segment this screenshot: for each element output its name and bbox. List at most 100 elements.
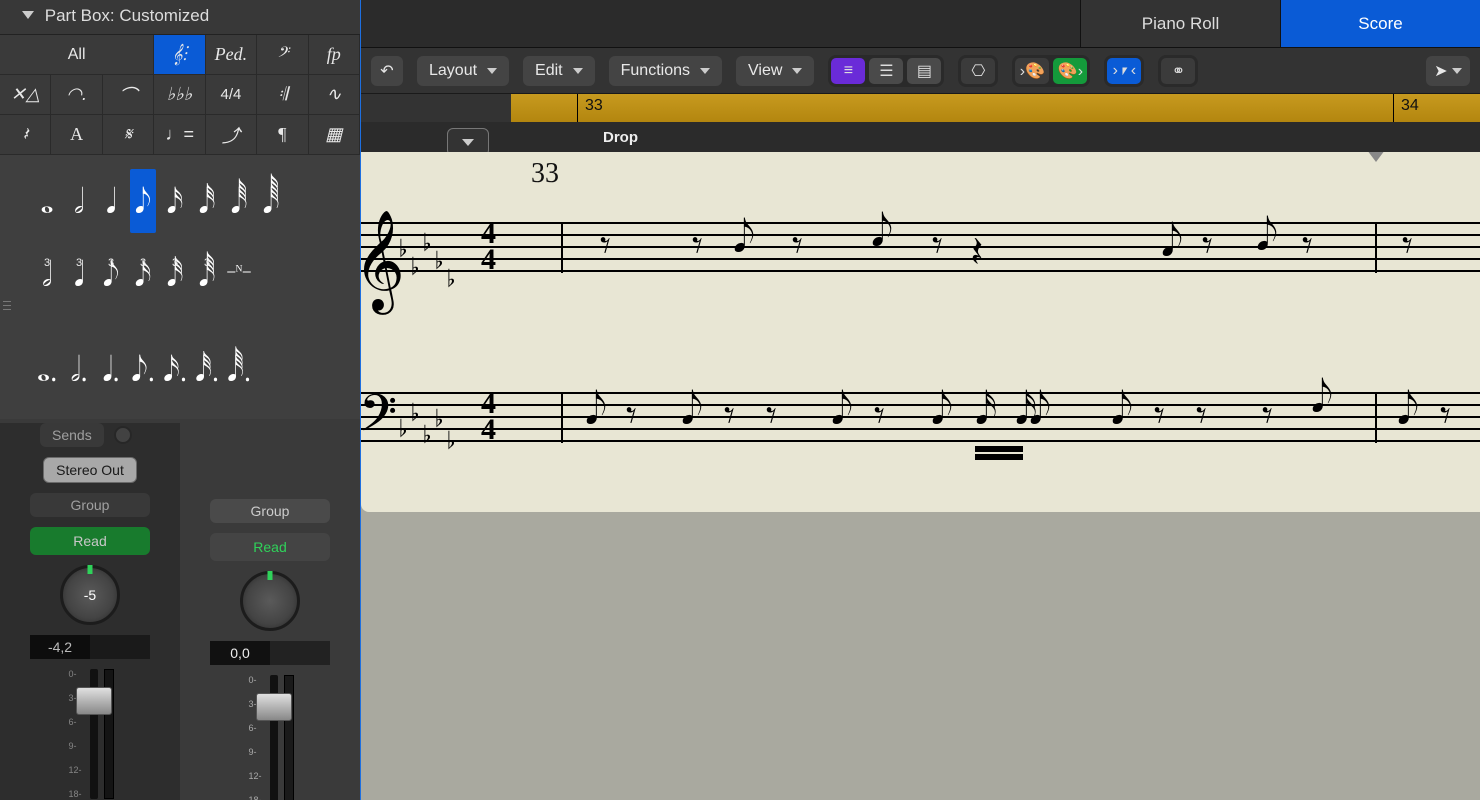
partbox-mode: Customized: [119, 6, 209, 25]
link-button[interactable]: ⚭: [1161, 58, 1195, 84]
dotted-64th[interactable]: 𝅘𝅥𝅱.: [226, 341, 252, 397]
linear-view-button[interactable]: ≡: [831, 58, 865, 84]
note-64th[interactable]: 𝅘𝅥𝅱: [226, 169, 252, 233]
bar-ruler[interactable]: 33 34: [361, 94, 1480, 122]
filter-fermata[interactable]: ◠.: [51, 75, 102, 115]
functions-menu[interactable]: Functions: [609, 56, 722, 86]
automation-read-button[interactable]: Read: [210, 533, 330, 561]
volume-fader[interactable]: [90, 669, 98, 799]
display-mode-group: ≡ ☰ ▤: [828, 55, 944, 87]
filter-tempo[interactable]: ♩=: [154, 115, 205, 155]
filter-ornaments[interactable]: ∿: [309, 75, 360, 115]
page-view-button[interactable]: ▤: [907, 58, 941, 84]
partbox-header[interactable]: Part Box: Customized: [0, 0, 360, 34]
note-half[interactable]: 𝅗𝅥: [66, 169, 92, 233]
dotted-half[interactable]: 𝅗𝅥.: [66, 341, 92, 397]
note-128th[interactable]: 𝅘𝅥𝅲: [258, 169, 284, 233]
quantize-icon: ›⎖‹: [1113, 62, 1136, 80]
chevron-down-icon: [700, 68, 710, 74]
level-readout[interactable]: 0,0: [210, 641, 270, 665]
out-colors-button[interactable]: 🎨›: [1053, 58, 1087, 84]
disclosure-triangle-icon[interactable]: [22, 11, 34, 19]
triplet-32nd[interactable]: 3𝅘𝅥𝅰: [162, 259, 188, 315]
dotted-quarter[interactable]: 𝅘𝅥.: [98, 341, 124, 397]
rest-icon: 𝄽: [22, 124, 28, 145]
link-group: ⚭: [1158, 55, 1198, 87]
peak-readout[interactable]: [270, 641, 330, 665]
automation-read-button[interactable]: Read: [30, 527, 150, 555]
filter-accidental-tools[interactable]: ✕△: [0, 75, 51, 115]
partbox-filter-grid: All 𝄞⋮ Ped. 𝄢 fp ✕△ ◠. ⌒ ♭♭♭ 4/4 𝄇 ∿ 𝄽 A…: [0, 34, 360, 155]
quantize-button[interactable]: ›⎖‹: [1107, 58, 1141, 84]
filter-timesig[interactable]: 4/4: [206, 75, 257, 115]
triplet-half[interactable]: 3𝅗𝅥: [34, 259, 60, 315]
editor-tabs: Piano Roll Score: [361, 0, 1480, 48]
filter-notes[interactable]: 𝄞⋮: [154, 35, 205, 75]
fader-handle-icon[interactable]: [76, 687, 112, 715]
midi-in-button[interactable]: ⎔: [961, 58, 995, 84]
pointer-tool-menu[interactable]: ➤: [1426, 56, 1470, 86]
layout-menu[interactable]: Layout: [417, 56, 509, 86]
note-whole[interactable]: 𝅝: [34, 169, 60, 233]
bass-clef-icon: 𝄢: [277, 44, 289, 65]
note-quarter[interactable]: 𝅘𝅥: [98, 169, 124, 233]
ntuplet[interactable]: ⎯ᴺ⎯: [226, 259, 252, 315]
filter-paragraph[interactable]: ¶: [257, 115, 308, 155]
catch-playhead-button[interactable]: ↶: [371, 56, 403, 86]
filter-flats[interactable]: ♭♭♭: [154, 75, 205, 115]
pan-knob[interactable]: -5: [60, 565, 120, 625]
sends-knob-icon[interactable]: [114, 426, 132, 444]
note-palette: 𝅝 𝅗𝅥 𝅘𝅥 𝅘𝅥𝅮 𝅘𝅥𝅯 𝅘𝅥𝅰 𝅘𝅥𝅱 𝅘𝅥𝅲 3𝅗𝅥 3𝅘𝅥 3𝅘𝅥𝅮…: [0, 155, 360, 419]
filter-bend[interactable]: ⤴: [206, 115, 257, 155]
triplet-16th[interactable]: 3𝅘𝅥𝅯: [130, 259, 156, 315]
fader-area: 0-3-6-9-12-18-: [66, 669, 113, 799]
region-header[interactable]: Drop: [361, 122, 1480, 152]
tab-score[interactable]: Score: [1280, 0, 1480, 47]
filter-text[interactable]: A: [51, 115, 102, 155]
level-readout[interactable]: -4,2: [30, 635, 90, 659]
output-button[interactable]: Stereo Out: [43, 457, 137, 483]
note-32nd[interactable]: 𝅘𝅥𝅰: [194, 169, 220, 233]
filter-slurs[interactable]: ⌒: [103, 75, 154, 115]
filter-repeats[interactable]: 𝄇: [257, 75, 308, 115]
peak-readout[interactable]: [90, 635, 150, 659]
sends-label[interactable]: Sends: [40, 423, 104, 447]
playhead-marker-icon[interactable]: [1367, 152, 1385, 162]
filter-dynamics[interactable]: fp: [309, 35, 360, 75]
filter-rests[interactable]: 𝄽: [0, 115, 51, 155]
view-menu[interactable]: View: [736, 56, 814, 86]
fader-handle-icon[interactable]: [256, 693, 292, 721]
in-colors-button[interactable]: ›🎨: [1015, 58, 1049, 84]
filter-clefs[interactable]: 𝄢: [257, 35, 308, 75]
triplet-64th[interactable]: 3𝅘𝅥𝅱: [194, 259, 220, 315]
group-button[interactable]: Group: [30, 493, 150, 517]
group-button[interactable]: Group: [210, 499, 330, 523]
triplet-8th[interactable]: 3𝅘𝅥𝅮: [98, 259, 124, 315]
triplet-quarter[interactable]: 3𝅘𝅥: [66, 259, 92, 315]
dotted-8th[interactable]: 𝅘𝅥𝅮.: [130, 341, 156, 397]
repeat-icon: 𝄇: [278, 84, 287, 105]
filter-segno[interactable]: 𝄋: [103, 115, 154, 155]
note-eighth[interactable]: 𝅘𝅥𝅮: [130, 169, 156, 233]
volume-fader[interactable]: [270, 675, 278, 800]
wrapped-view-button[interactable]: ☰: [869, 58, 903, 84]
filter-pedal[interactable]: Ped.: [206, 35, 257, 75]
edit-menu[interactable]: Edit: [523, 56, 595, 86]
chevron-down-icon: [573, 68, 583, 74]
pan-knob[interactable]: [240, 571, 300, 631]
filter-grid[interactable]: ▦: [309, 115, 360, 155]
ruler-bar-33: 33: [585, 97, 603, 115]
flats-icon: ♭♭♭: [167, 84, 192, 105]
score-canvas[interactable]: 33 𝄞 ♭♭♭♭♭ 4 4 𝄾𝄾𝅘𝅥𝅮𝄾𝅘𝅥𝅮𝄾𝄽𝅘𝅥𝅮𝄾𝅘𝅥𝅮𝄾𝄾: [361, 152, 1480, 800]
dotted-16th[interactable]: 𝅘𝅥𝅯.: [162, 341, 188, 397]
lines-icon: ☰: [879, 61, 893, 81]
color-group: ›🎨 🎨›: [1012, 55, 1090, 87]
dotted-32nd[interactable]: 𝅘𝅥𝅰.: [194, 341, 220, 397]
note-16th[interactable]: 𝅘𝅥𝅯: [162, 169, 188, 233]
sidebar-resize-handle[interactable]: [0, 290, 14, 320]
dotted-whole[interactable]: 𝅝.: [34, 341, 60, 397]
slur-icon: ⌒: [119, 82, 137, 108]
tab-piano-roll[interactable]: Piano Roll: [1080, 0, 1280, 47]
filter-all[interactable]: All: [0, 35, 154, 75]
chevron-down-icon: [792, 68, 802, 74]
